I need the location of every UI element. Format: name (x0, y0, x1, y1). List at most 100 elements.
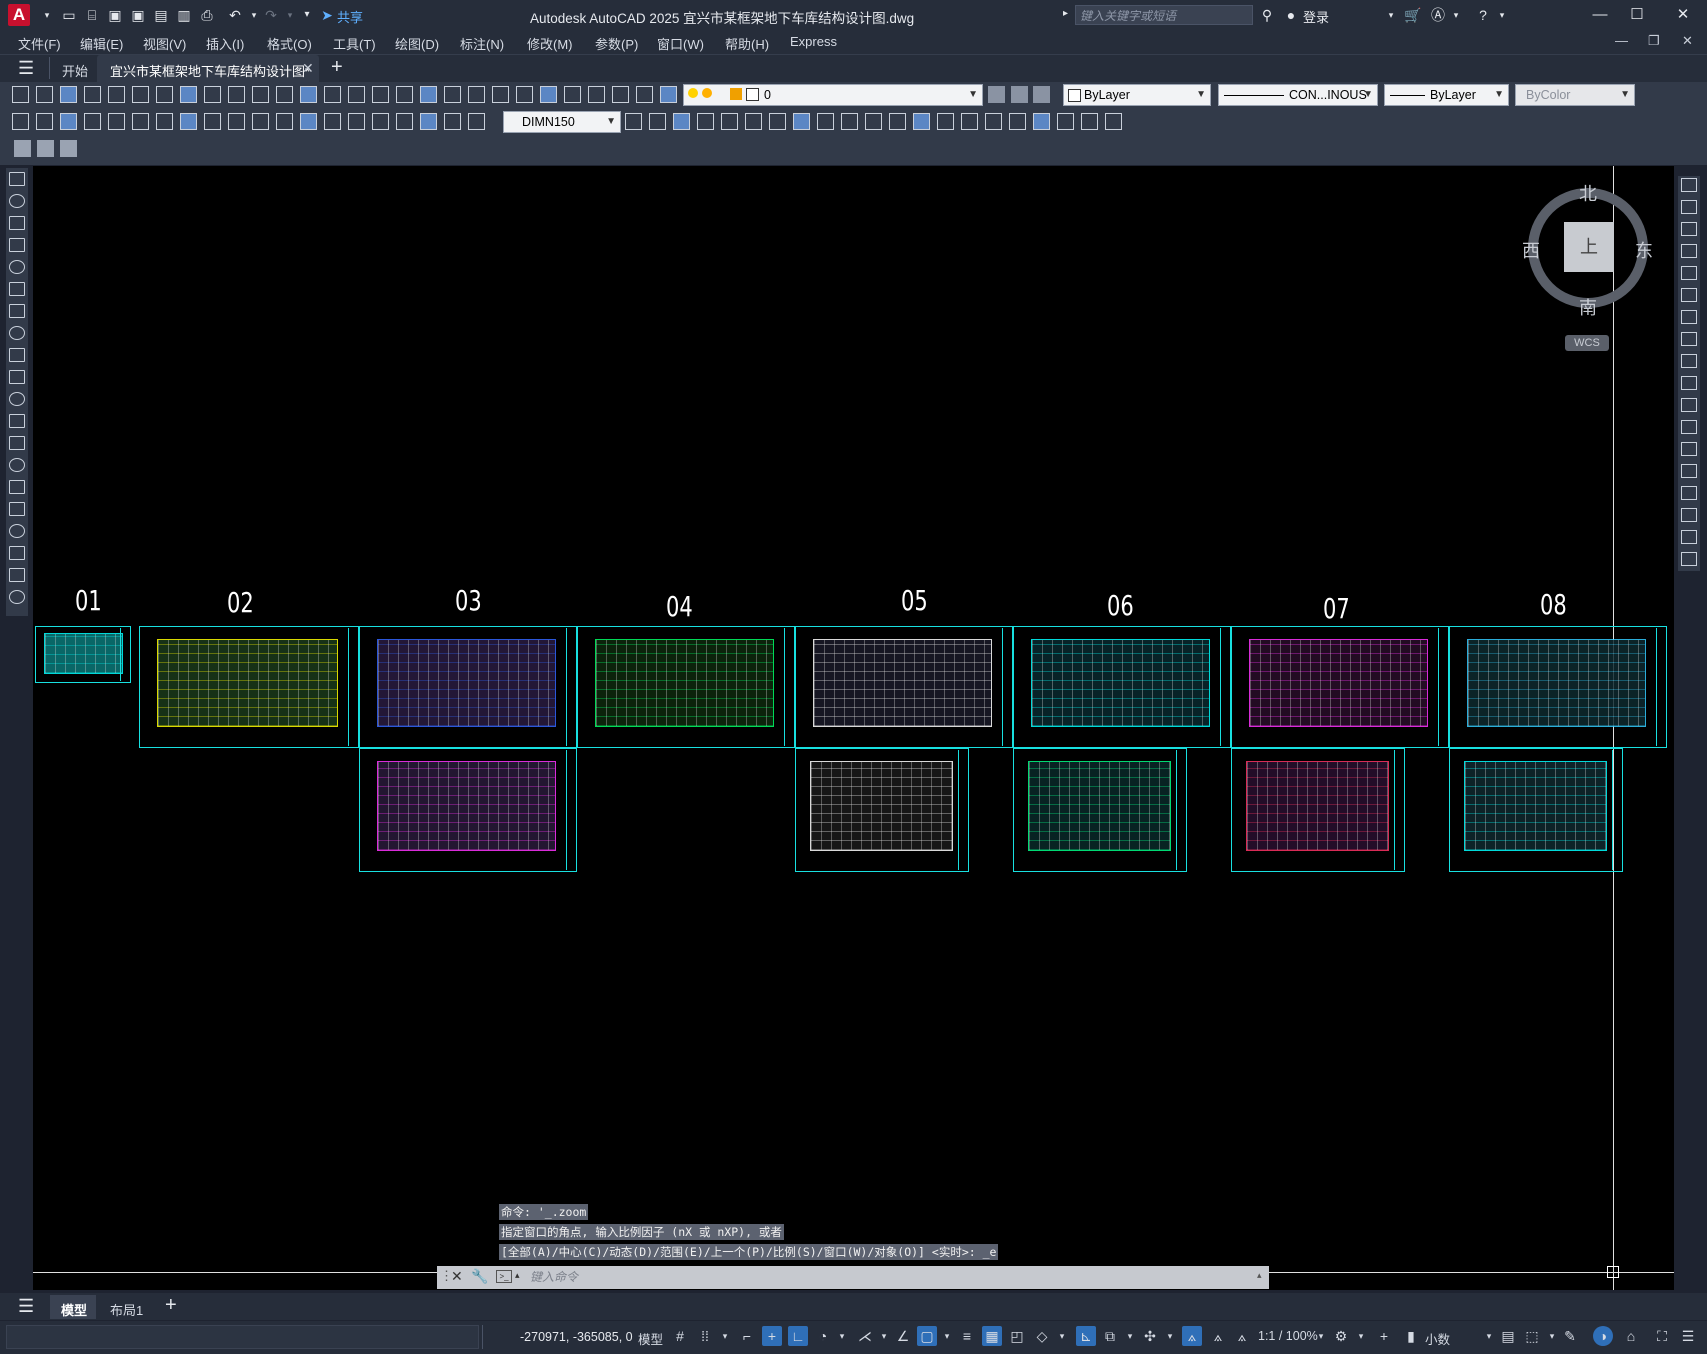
login-dropdown-icon[interactable]: ▾ (1382, 6, 1400, 24)
diameter-dim-icon[interactable] (156, 113, 173, 130)
construction-line-icon[interactable] (9, 194, 25, 208)
menu-tools[interactable]: 工具(T) (333, 34, 376, 53)
grid-icon[interactable]: # (670, 1326, 690, 1346)
color-dropdown[interactable]: ByLayer ▼ (1063, 84, 1211, 106)
close-button[interactable]: ✕ (1668, 4, 1698, 26)
gizmo-icon[interactable]: ✣ (1140, 1326, 1160, 1346)
command-history-toggle-icon[interactable]: ▴ (1257, 1270, 1262, 1281)
annotation-scale-value[interactable]: 1:1 / 100% (1258, 1329, 1318, 1343)
menu-modify[interactable]: 修改(M) (527, 34, 573, 53)
polar-dropdown-icon[interactable]: ▾ (832, 1326, 852, 1346)
chevron-up-icon[interactable]: ▴ (515, 1270, 520, 1281)
ucs-world-icon[interactable] (649, 113, 666, 130)
ucs-previous-icon[interactable] (673, 113, 690, 130)
dynamic-input-icon[interactable]: + (762, 1326, 782, 1346)
break-at-point-icon[interactable] (1681, 420, 1697, 434)
pan-icon[interactable] (324, 86, 341, 103)
refedit-icon[interactable] (60, 140, 77, 157)
search-input[interactable]: 键入关键字或短语 (1075, 5, 1253, 25)
layouts-menu-icon[interactable]: ☰ (18, 1296, 34, 1317)
selection-cycling-icon[interactable]: ◰ (1007, 1326, 1027, 1346)
ortho-icon[interactable]: ∟ (788, 1326, 808, 1346)
drawing-sheet-frame[interactable] (577, 626, 795, 748)
annotation-visibility-icon[interactable]: ⟑ (1182, 1326, 1202, 1346)
linetype-dropdown[interactable]: CON...INOUS ▼ (1218, 84, 1378, 106)
line-icon[interactable] (9, 172, 25, 186)
save-icon[interactable] (60, 86, 77, 103)
blend-curves-icon[interactable] (1681, 530, 1697, 544)
new-tab-button[interactable]: + (331, 56, 343, 79)
drawing-sheet-frame[interactable] (795, 626, 1013, 748)
hide-icon[interactable] (937, 113, 954, 130)
drawing-sheet-frame[interactable] (35, 626, 131, 683)
revision-cloud-icon[interactable] (9, 326, 25, 340)
open-web-icon[interactable]: ▤ (152, 6, 170, 24)
coordinate-readout[interactable]: -270971, -365085, 0 (520, 1330, 633, 1344)
object-snap-icon[interactable]: ▢ (917, 1326, 937, 1346)
tool-palettes-icon[interactable] (468, 86, 485, 103)
units-dropdown-icon[interactable]: ▾ (1479, 1326, 1499, 1346)
erase-icon[interactable] (1681, 178, 1697, 192)
offset-icon[interactable] (1681, 244, 1697, 258)
markup-icon[interactable] (516, 86, 533, 103)
doc-restore-button[interactable]: ❐ (1648, 33, 1660, 49)
spline-icon[interactable] (9, 348, 25, 362)
drawing-sheet-frame[interactable] (1013, 626, 1231, 748)
units-icon[interactable]: ▮ (1401, 1326, 1421, 1346)
isodraft-icon[interactable]: ⋌ (855, 1326, 875, 1346)
selection-filter-dropdown-icon[interactable]: ▾ (1120, 1326, 1140, 1346)
share-icon[interactable]: ➤ (318, 6, 336, 24)
save-icon[interactable]: ▣ (106, 6, 124, 24)
command-prompt-icon[interactable]: >_ (496, 1270, 512, 1283)
annotation-scale-icon[interactable]: ⟑ (1232, 1326, 1252, 1346)
model-space-button[interactable]: 模型 (638, 1329, 663, 1348)
snap-icon[interactable]: ⁞⁞ (695, 1326, 715, 1346)
drawing-sheet-frame[interactable] (1449, 626, 1667, 748)
menu-draw[interactable]: 绘图(D) (395, 34, 439, 53)
share-button[interactable]: 共享 (337, 7, 363, 26)
ucs-apply-icon[interactable] (913, 113, 930, 130)
render-icon[interactable] (985, 113, 1002, 130)
save-icon[interactable] (660, 86, 677, 103)
redo-icon[interactable] (300, 86, 317, 103)
transparency-icon[interactable]: ▦ (982, 1326, 1002, 1346)
login-button[interactable]: 登录 (1303, 7, 1329, 26)
drawing-sheet-frame[interactable] (1231, 626, 1449, 748)
circle-icon[interactable] (9, 304, 25, 318)
menu-file[interactable]: 文件(F) (18, 34, 61, 53)
infer-constraints-icon[interactable]: ⌐ (737, 1326, 757, 1346)
isodraft-dropdown-icon[interactable]: ▾ (874, 1326, 894, 1346)
rectangle-icon[interactable] (9, 260, 25, 274)
ucs-icon[interactable] (625, 113, 642, 130)
selection-filter-icon[interactable]: ⧉ (1100, 1326, 1120, 1346)
autocad-logo[interactable]: A (8, 4, 30, 26)
fullscreen-icon[interactable]: ⛶ (1652, 1326, 1672, 1346)
trim-icon[interactable] (1681, 376, 1697, 390)
ucs-object-icon[interactable] (721, 113, 738, 130)
print-preview-icon[interactable] (108, 86, 125, 103)
ellipse-icon[interactable] (9, 370, 25, 384)
publish-icon[interactable] (132, 86, 149, 103)
scale-dropdown-icon[interactable]: ▾ (1311, 1326, 1331, 1346)
dimstyle-dropdown[interactable]: DIMN150 ▼ (503, 111, 621, 133)
fly-icon[interactable] (1105, 113, 1122, 130)
maximize-button[interactable]: ☐ (1622, 4, 1652, 26)
design-center-icon[interactable] (444, 86, 461, 103)
layer-properties-icon[interactable] (588, 86, 605, 103)
extend-icon[interactable] (1681, 398, 1697, 412)
ucs-x-icon[interactable] (841, 113, 858, 130)
quick-dim-icon[interactable] (204, 113, 221, 130)
user-icon[interactable]: ● (1282, 6, 1300, 24)
drawing-sheet-frame[interactable] (1231, 748, 1405, 872)
ucs-view-icon[interactable] (745, 113, 762, 130)
move-icon[interactable] (1681, 288, 1697, 302)
dim-update-icon[interactable] (468, 113, 485, 130)
arc-icon[interactable] (9, 282, 25, 296)
ucs-3point-icon[interactable] (817, 113, 834, 130)
cart-icon[interactable]: 🛒 (1404, 6, 1422, 24)
drawing-sheet-frame[interactable] (795, 748, 969, 872)
tab-layout1[interactable]: 布局1 (110, 1300, 143, 1319)
save-web-icon[interactable]: ▥ (175, 6, 193, 24)
array-icon[interactable] (1681, 266, 1697, 280)
ellipse-arc-icon[interactable] (9, 392, 25, 406)
